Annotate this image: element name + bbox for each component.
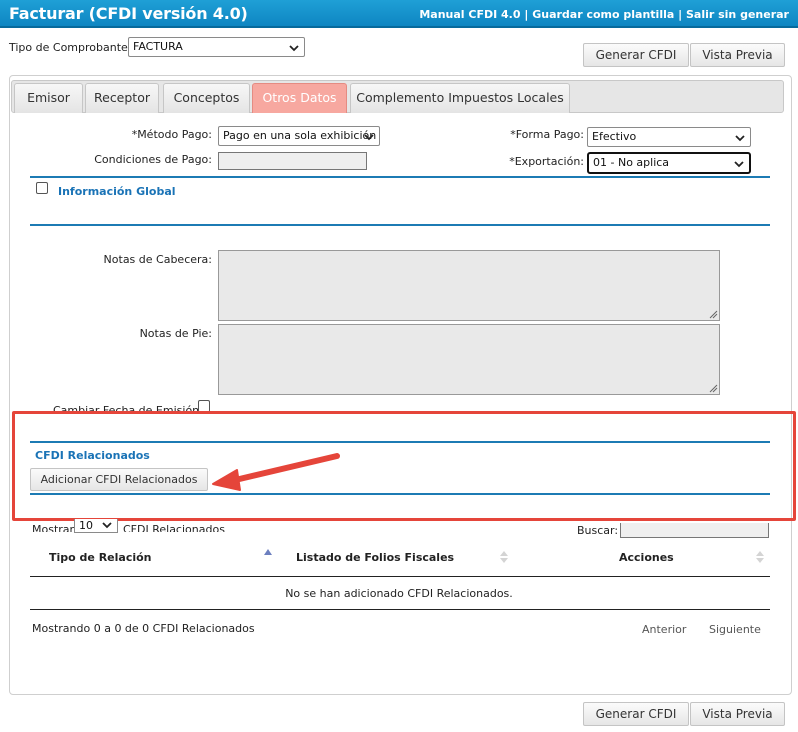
condiciones-pago-input[interactable]	[218, 152, 367, 170]
link-separator: |	[674, 8, 686, 21]
informacion-global-checkbox[interactable]	[36, 182, 48, 194]
tab-conceptos[interactable]: Conceptos	[163, 83, 250, 113]
tab-receptor[interactable]: Receptor	[85, 83, 159, 113]
page-size-value: 10	[79, 519, 93, 532]
highlight-box	[12, 411, 796, 521]
chevron-down-icon	[289, 45, 299, 52]
forma-pago-select[interactable]: Efectivo	[587, 127, 751, 147]
sort-asc-icon[interactable]	[263, 546, 273, 562]
table-info: Mostrando 0 a 0 de 0 CFDI Relacionados	[32, 622, 255, 635]
column-header-folios-fiscales[interactable]: Listado de Folios Fiscales	[296, 551, 454, 564]
table-footer-rule	[30, 609, 770, 610]
pagination-next[interactable]: Siguiente	[709, 623, 761, 636]
table-empty-message: No se han adicionado CFDI Relacionados.	[285, 587, 513, 600]
condiciones-pago-label: Condiciones de Pago:	[94, 153, 212, 166]
tipo-comprobante-select[interactable]: FACTURA	[128, 37, 305, 57]
chevron-down-icon	[734, 161, 744, 168]
metodo-pago-label: *Método Pago:	[131, 128, 212, 141]
tipo-comprobante-value: FACTURA	[133, 40, 183, 53]
manual-link[interactable]: Manual CFDI 4.0	[419, 8, 520, 21]
mostrar-label: Mostrar	[32, 523, 75, 532]
exportacion-value: 01 - No aplica	[593, 156, 670, 169]
informacion-global-label: Información Global	[58, 185, 176, 198]
chevron-down-icon	[735, 135, 745, 142]
vista-previa-button-bottom[interactable]: Vista Previa	[690, 702, 785, 726]
forma-pago-label: *Forma Pago:	[510, 128, 584, 141]
generar-cfdi-button-bottom[interactable]: Generar CFDI	[583, 702, 689, 726]
notas-cabecera-textarea[interactable]	[218, 250, 720, 321]
buscar-label: Buscar:	[577, 524, 619, 537]
page-title: Facturar (CFDI versión 4.0)	[9, 4, 248, 23]
tab-otros-datos[interactable]: Otros Datos	[252, 83, 347, 113]
pagination-prev[interactable]: Anterior	[642, 623, 686, 636]
table-header-rule	[30, 576, 770, 577]
column-header-acciones[interactable]: Acciones	[619, 551, 674, 564]
tab-complemento-impuestos-locales[interactable]: Complemento Impuestos Locales	[350, 83, 570, 113]
resize-grip-icon[interactable]	[709, 384, 718, 393]
metodo-pago-value: Pago en una sola exhibición	[223, 129, 377, 142]
sort-both-icon[interactable]	[755, 549, 765, 565]
column-header-tipo-relacion[interactable]: Tipo de Relación	[49, 551, 152, 564]
notas-cabecera-label: Notas de Cabecera:	[103, 253, 212, 266]
section-divider	[30, 176, 770, 178]
mostrar-suffix: CFDI Relacionados	[123, 523, 225, 532]
vista-previa-button[interactable]: Vista Previa	[690, 43, 785, 67]
chevron-down-icon	[364, 134, 374, 141]
chevron-down-icon	[102, 522, 112, 529]
sort-both-icon[interactable]	[499, 549, 509, 565]
salir-link[interactable]: Salir sin generar	[686, 8, 789, 21]
section-divider	[30, 224, 770, 226]
notas-pie-label: Notas de Pie:	[139, 327, 212, 340]
buscar-input[interactable]	[620, 523, 769, 538]
title-bar: Facturar (CFDI versión 4.0) Manual CFDI …	[0, 0, 798, 28]
metodo-pago-select[interactable]: Pago en una sola exhibición	[218, 126, 380, 146]
generar-cfdi-button[interactable]: Generar CFDI	[583, 43, 689, 67]
notas-pie-textarea[interactable]	[218, 324, 720, 395]
forma-pago-value: Efectivo	[592, 130, 637, 143]
page-size-select[interactable]: 10	[74, 519, 118, 533]
guardar-plantilla-link[interactable]: Guardar como plantilla	[532, 8, 674, 21]
exportacion-select[interactable]: 01 - No aplica	[587, 152, 751, 174]
tab-emisor[interactable]: Emisor	[14, 83, 83, 113]
link-separator: |	[520, 8, 533, 21]
tipo-comprobante-label: Tipo de Comprobante:	[9, 41, 132, 54]
resize-grip-icon[interactable]	[709, 310, 718, 319]
title-links: Manual CFDI 4.0 | Guardar como plantilla…	[419, 8, 789, 21]
exportacion-label: *Exportación:	[509, 155, 584, 168]
arrow-annotation-icon	[212, 453, 340, 491]
